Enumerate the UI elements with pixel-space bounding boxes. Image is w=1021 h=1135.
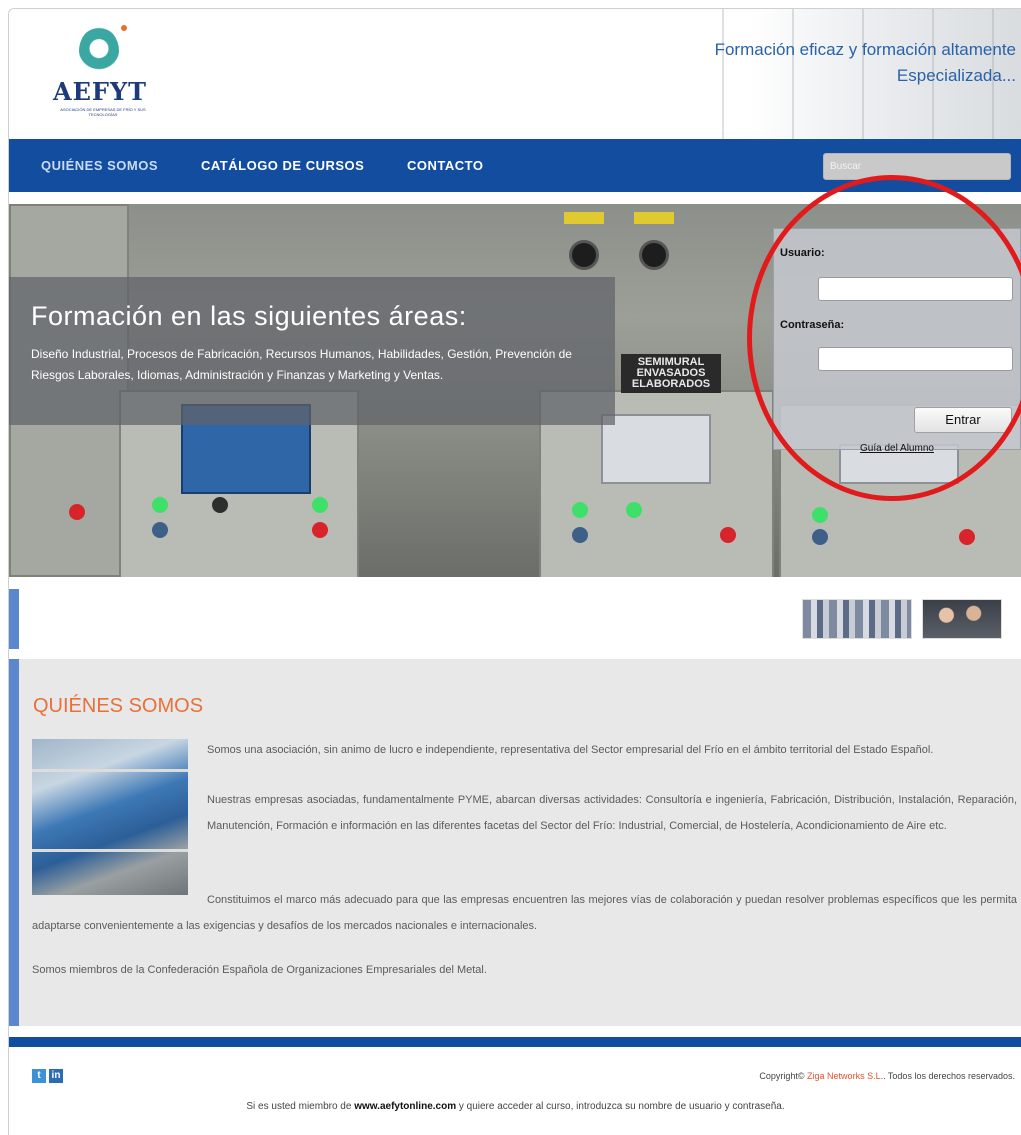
slide-thumbnail[interactable] — [922, 599, 1002, 639]
slide-thumbnail[interactable] — [802, 599, 912, 639]
control-knob-icon — [569, 240, 599, 270]
password-label: Contraseña: — [780, 319, 845, 331]
login-submit-button[interactable]: Entrar — [914, 407, 1012, 433]
cooling-tower-image — [32, 739, 188, 895]
footer-bar — [9, 1037, 1021, 1047]
member-site-link[interactable]: www.aefytonline.com — [354, 1101, 456, 1112]
about-paragraph: Somos una asociación, sin animo de lucro… — [207, 744, 934, 756]
site-header: AEFYT ASOCIACIÓN DE EMPRESAS DE FRÍO Y S… — [9, 9, 1021, 139]
about-paragraph: Nuestras empresas asociadas, fundamental… — [207, 794, 1017, 832]
about-paragraph: Somos miembros de la Confederación Españ… — [32, 964, 487, 976]
tagline-line-2: Especializada... — [896, 66, 1016, 85]
aefyt-logo[interactable]: AEFYT ASOCIACIÓN DE EMPRESAS DE FRÍO Y S… — [53, 25, 173, 125]
member-note: Si es usted miembro de www.aefytonline.c… — [246, 1101, 785, 1112]
hero-text-overlay: Formación en las siguientes áreas: Diseñ… — [9, 277, 615, 425]
nav-catalogo-de-cursos[interactable]: CATÁLOGO DE CURSOS — [201, 158, 364, 173]
hero-areas-text: Diseño Industrial, Procesos de Fabricaci… — [31, 347, 572, 382]
username-label: Usuario: — [780, 247, 825, 259]
hero-title: Formación en las siguientes áreas: — [31, 301, 467, 331]
nav-contacto[interactable]: CONTACTO — [407, 158, 483, 173]
password-input[interactable] — [818, 347, 1013, 371]
page: AEFYT ASOCIACIÓN DE EMPRESAS DE FRÍO Y S… — [8, 8, 1021, 1135]
copyright-brand-link[interactable]: Ziga Networks S.L. — [807, 1071, 883, 1081]
tagline: Formación eficaz y formación altamente E… — [596, 37, 1016, 89]
about-title: QUIÉNES SOMOS — [33, 695, 204, 717]
control-knob-icon — [639, 240, 669, 270]
logo-subtitle: ASOCIACIÓN DE EMPRESAS DE FRÍO Y SUS TEC… — [60, 107, 146, 117]
nav-quienes-somos[interactable]: QUIÉNES SOMOS — [41, 158, 158, 173]
about-section: QUIÉNES SOMOS Somos una asociación, sin … — [9, 659, 1021, 1026]
username-input[interactable] — [818, 277, 1013, 301]
linkedin-icon[interactable]: in — [49, 1069, 63, 1083]
tagline-line-1: Formación eficaz y formación altamente — [714, 40, 1016, 59]
main-nav: QUIÉNES SOMOS CATÁLOGO DE CURSOS CONTACT… — [9, 139, 1021, 192]
logo-emblem-icon — [79, 27, 119, 75]
logo-text: AEFYT — [53, 77, 147, 106]
thumbnail-strip — [9, 589, 1021, 655]
student-guide-link[interactable]: Guía del Alumno — [860, 443, 934, 454]
search-input[interactable]: Buscar — [823, 153, 1011, 180]
hero-sign: SEMIMURAL ENVASADOS ELABORADOS — [621, 354, 721, 393]
login-box: Usuario: Contraseña: Entrar Guía del Alu… — [773, 228, 1021, 454]
about-paragraph: Constituimos el marco más adecuado para … — [32, 894, 1017, 932]
copyright-text: Copyright© Ziga Networks S.L.. Todos los… — [759, 1071, 1015, 1081]
hero-banner: SEMIMURAL ENVASADOS ELABORADOS Formación… — [9, 204, 1021, 577]
twitter-icon[interactable]: t — [32, 1069, 46, 1083]
